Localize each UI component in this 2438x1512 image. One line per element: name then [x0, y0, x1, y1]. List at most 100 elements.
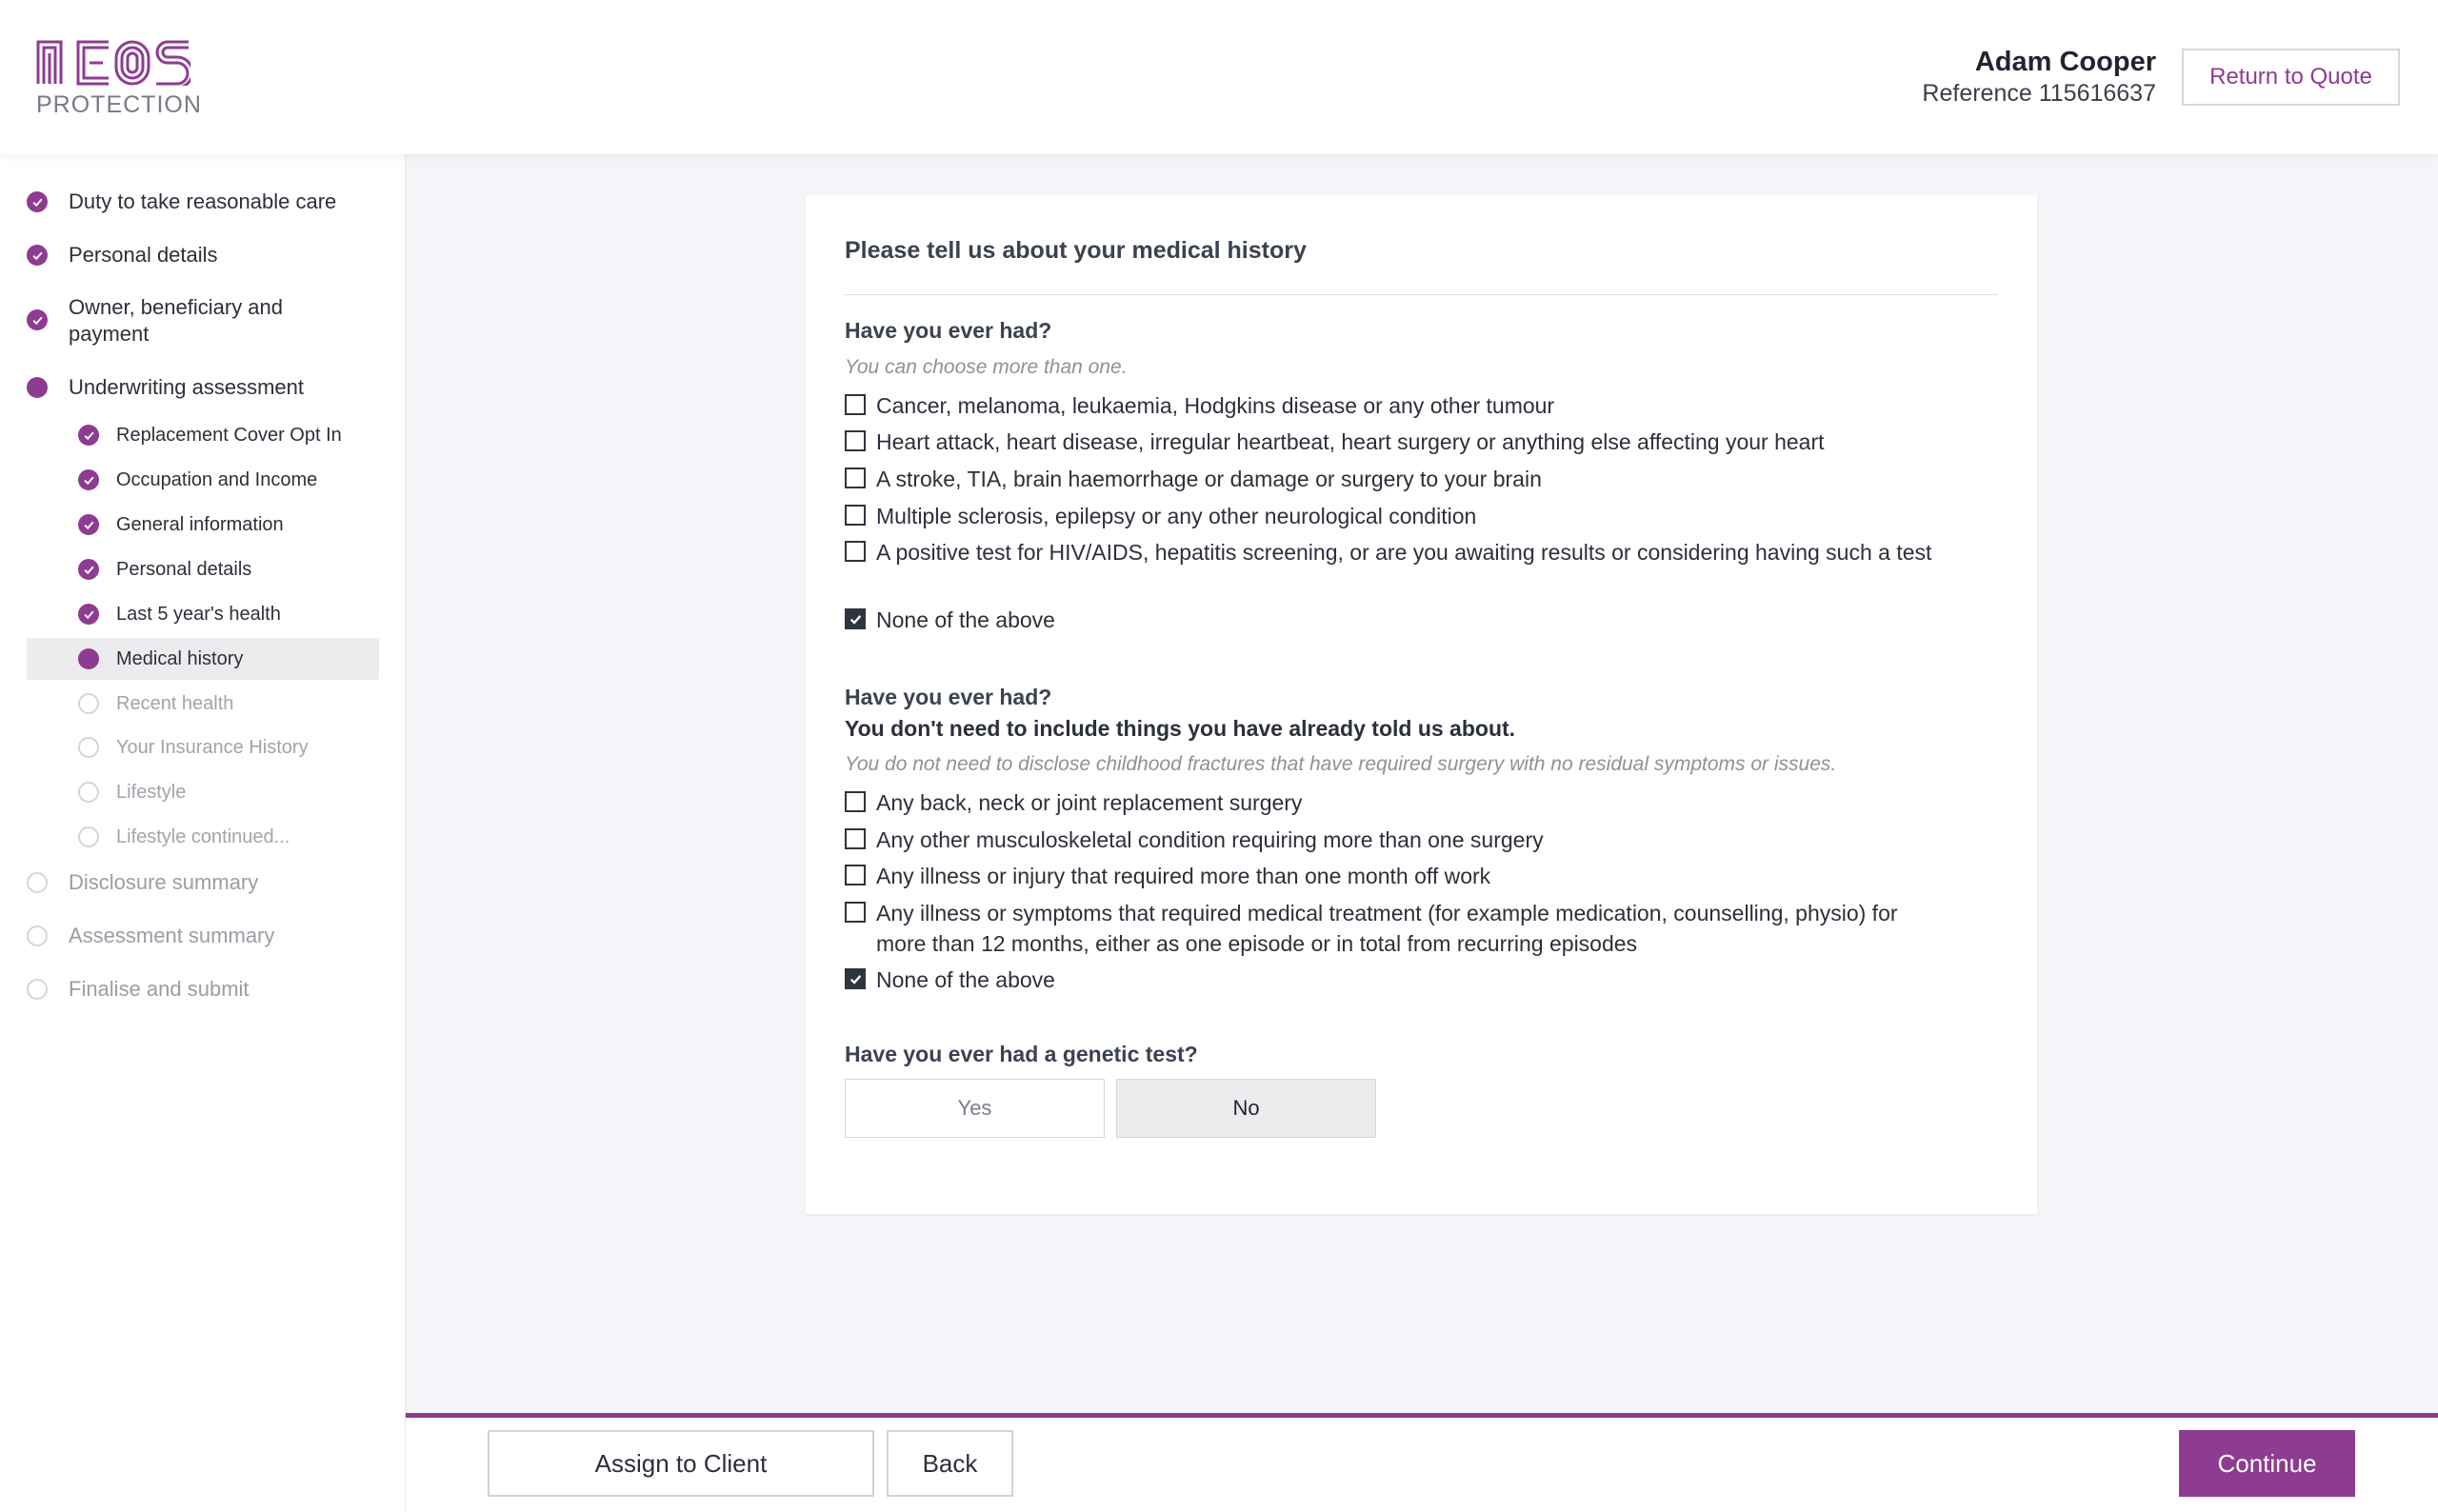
sidebar-subitem-medical-history[interactable]: Medical history: [27, 638, 379, 680]
checkbox[interactable]: [845, 865, 866, 885]
checkbox-label: Cancer, melanoma, leukaemia, Hodgkins di…: [876, 393, 1555, 418]
genetic-test-no-button[interactable]: No: [1116, 1079, 1376, 1138]
neos-logo[interactable]: PROTECTION: [36, 38, 201, 122]
checkbox-option-none[interactable]: None of the above: [845, 965, 1988, 995]
sidebar-item-assessment-summary[interactable]: Assessment summary: [27, 923, 381, 949]
assign-to-client-button[interactable]: Assign to Client: [488, 1430, 874, 1497]
check-circle-icon: [78, 559, 99, 580]
question-1-hint: You can choose more than one.: [845, 356, 1128, 378]
checkbox-option[interactable]: Multiple sclerosis, epilepsy or any othe…: [845, 501, 1988, 531]
user-info: Adam Cooper Reference 115616637: [1922, 46, 2156, 109]
checkbox-option[interactable]: A stroke, TIA, brain haemorrhage or dama…: [845, 464, 1988, 494]
logo-subtitle: PROTECTION: [36, 91, 202, 118]
sidebar-item-label: Finalise and submit: [69, 977, 250, 1001]
check-circle-icon: [27, 309, 48, 330]
empty-circle-icon: [78, 782, 99, 803]
sidebar-subitem-label: Lifestyle continued...: [116, 826, 290, 847]
check-circle-icon: [78, 425, 99, 446]
question-2-subtitle: You don't need to include things you hav…: [845, 716, 1516, 741]
header: PROTECTION Adam Cooper Reference 1156166…: [0, 0, 2438, 154]
checkbox-label: Any illness or symptoms that required me…: [876, 901, 1898, 956]
back-button[interactable]: Back: [887, 1430, 1013, 1497]
medical-history-card: Please tell us about your medical histor…: [806, 195, 2037, 1214]
continue-button[interactable]: Continue: [2179, 1430, 2355, 1497]
sidebar-subitem-label: Personal details: [116, 558, 252, 580]
checkbox-label: Multiple sclerosis, epilepsy or any othe…: [876, 504, 1477, 528]
sidebar-subitem-label: Replacement Cover Opt In: [116, 424, 342, 446]
sidebar-subitem-last-5-years-health[interactable]: Last 5 year's health: [27, 593, 379, 635]
empty-circle-icon: [27, 979, 48, 1000]
sidebar-subitem-replacement-cover[interactable]: Replacement Cover Opt In: [27, 414, 379, 456]
genetic-test-yes-button[interactable]: Yes: [845, 1079, 1105, 1138]
sidebar-item-duty-of-care[interactable]: Duty to take reasonable care: [27, 189, 381, 215]
checkbox[interactable]: [845, 541, 866, 562]
checkbox-option[interactable]: Any other musculoskeletal condition requ…: [845, 825, 1988, 855]
sidebar-subitem-label: Last 5 year's health: [116, 603, 281, 625]
checkbox-checked[interactable]: [845, 608, 866, 629]
sidebar-subitem-label: Occupation and Income: [116, 468, 318, 490]
sidebar-subitem-label: Recent health: [116, 692, 234, 714]
checkmark-icon: [849, 614, 861, 625]
logo-mark-icon: [36, 40, 194, 90]
checkbox-label: Heart attack, heart disease, irregular h…: [876, 429, 1825, 454]
sidebar-item-disclosure-summary[interactable]: Disclosure summary: [27, 869, 381, 896]
check-circle-icon: [78, 469, 99, 490]
empty-circle-icon: [78, 826, 99, 847]
sidebar-subitem-insurance-history[interactable]: Your Insurance History: [27, 726, 379, 768]
current-step-icon: [27, 377, 48, 398]
sidebar-item-finalise-submit[interactable]: Finalise and submit: [27, 976, 381, 1003]
checkbox-option[interactable]: Cancer, melanoma, leukaemia, Hodgkins di…: [845, 390, 1988, 421]
checkbox-label: Any other musculoskeletal condition requ…: [876, 827, 1544, 852]
sidebar-subitem-label: Lifestyle: [116, 781, 187, 803]
checkbox[interactable]: [845, 468, 866, 488]
checkbox-label: Any illness or injury that required more…: [876, 864, 1491, 888]
checkbox-option-none[interactable]: None of the above: [845, 605, 1988, 635]
sidebar-item-underwriting[interactable]: Underwriting assessment: [27, 374, 381, 401]
sidebar-item-owner-beneficiary[interactable]: Owner, beneficiary and payment: [27, 294, 341, 348]
progress-sidebar: Duty to take reasonable care Personal de…: [0, 154, 406, 1512]
sidebar-item-label: Assessment summary: [69, 924, 275, 947]
empty-circle-icon: [78, 737, 99, 758]
sidebar-subitem-personal-details[interactable]: Personal details: [27, 548, 379, 590]
sidebar-item-label: Duty to take reasonable care: [69, 189, 337, 213]
checkbox[interactable]: [845, 394, 866, 415]
checkmark-icon: [849, 974, 861, 985]
checkbox-label: A positive test for HIV/AIDS, hepatitis …: [876, 540, 1932, 565]
sidebar-subitem-recent-health[interactable]: Recent health: [27, 683, 379, 725]
sidebar-subitem-occupation-income[interactable]: Occupation and Income: [27, 459, 379, 501]
checkbox-label: Any back, neck or joint replacement surg…: [876, 790, 1303, 815]
sidebar-item-label: Owner, beneficiary and payment: [69, 295, 284, 346]
sidebar-item-label: Personal details: [69, 243, 218, 267]
check-circle-icon: [78, 604, 99, 625]
sidebar-subitem-label: General information: [116, 513, 284, 535]
reference-number: Reference 115616637: [1922, 80, 2156, 107]
current-step-icon: [78, 648, 99, 669]
empty-circle-icon: [78, 693, 99, 714]
check-circle-icon: [27, 191, 48, 212]
sidebar-item-label: Underwriting assessment: [69, 375, 304, 399]
checkbox-option[interactable]: A positive test for HIV/AIDS, hepatitis …: [845, 537, 1968, 567]
checkbox-option[interactable]: Any illness or injury that required more…: [845, 861, 1988, 891]
checkbox[interactable]: [845, 430, 866, 451]
sidebar-subitem-general-information[interactable]: General information: [27, 504, 379, 546]
checkbox-option[interactable]: Heart attack, heart disease, irregular h…: [845, 427, 1988, 457]
checkbox-option[interactable]: Any illness or symptoms that required me…: [845, 898, 1911, 959]
checkbox-option[interactable]: Any back, neck or joint replacement surg…: [845, 787, 1988, 818]
title-divider: [845, 294, 1998, 295]
question-2-title: Have you ever had?: [845, 685, 1052, 709]
checkbox[interactable]: [845, 505, 866, 526]
sidebar-item-personal-details[interactable]: Personal details: [27, 242, 381, 269]
checkbox[interactable]: [845, 791, 866, 812]
sidebar-subitem-lifestyle[interactable]: Lifestyle: [27, 771, 379, 813]
question-1-title: Have you ever had?: [845, 318, 1052, 343]
checkbox-label: A stroke, TIA, brain haemorrhage or dama…: [876, 467, 1542, 491]
checkbox[interactable]: [845, 828, 866, 849]
return-to-quote-button[interactable]: Return to Quote: [2182, 49, 2400, 106]
question-3-title: Have you ever had a genetic test?: [845, 1042, 1198, 1066]
checkbox-checked[interactable]: [845, 968, 866, 989]
checkbox-label: None of the above: [876, 967, 1055, 992]
sidebar-subitem-lifestyle-continued[interactable]: Lifestyle continued...: [27, 816, 379, 858]
user-name: Adam Cooper: [1974, 47, 2156, 77]
checkbox[interactable]: [845, 902, 866, 923]
empty-circle-icon: [27, 925, 48, 946]
